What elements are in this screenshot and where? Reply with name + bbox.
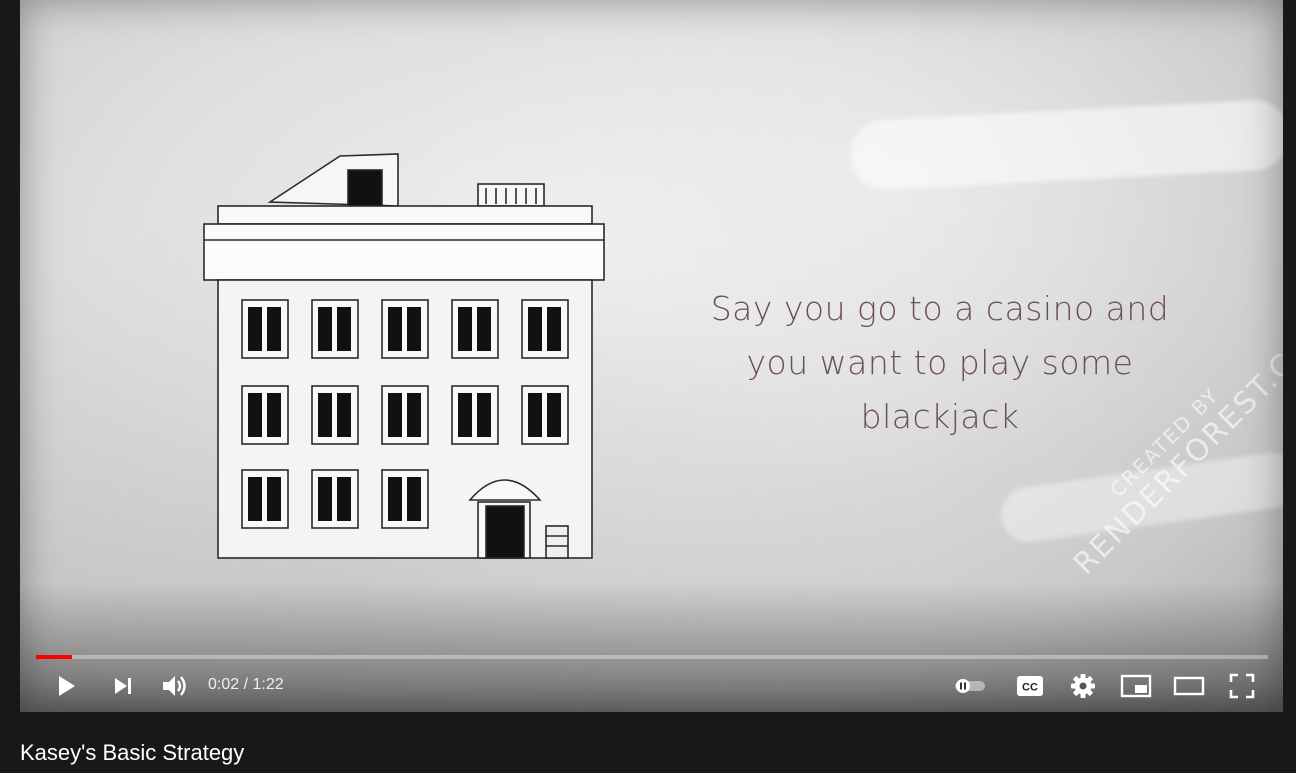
current-time: 0:02: [208, 676, 240, 693]
video-title: Kasey's Basic Strategy: [20, 740, 245, 765]
miniplayer-icon: [1120, 674, 1152, 698]
building-window: [521, 385, 569, 445]
window-pane: [477, 307, 491, 351]
play-button[interactable]: [46, 664, 86, 708]
window-pane: [458, 393, 472, 437]
window-pane: [318, 393, 332, 437]
window-pane: [388, 307, 402, 351]
fullscreen-icon: [1229, 673, 1255, 699]
building-window: [311, 385, 359, 445]
building-window: [381, 385, 429, 445]
window-pane: [388, 477, 402, 521]
building-window: [311, 299, 359, 359]
window-pane: [407, 393, 421, 437]
building-window: [381, 469, 429, 529]
mute-button[interactable]: [154, 664, 194, 708]
window-pane: [337, 307, 351, 351]
window-pane: [337, 477, 351, 521]
theater-mode-icon: [1173, 676, 1205, 696]
window-pane: [547, 393, 561, 437]
window-pane: [528, 307, 542, 351]
play-icon: [59, 676, 75, 696]
building-illustration: [203, 153, 605, 559]
window-pane: [267, 307, 281, 351]
light-streak: [997, 449, 1283, 546]
window-pane: [318, 307, 332, 351]
duration: 1:22: [252, 676, 284, 693]
subtitles-icon: CC: [1017, 676, 1043, 696]
subtitles-button[interactable]: CC: [1010, 664, 1050, 708]
window-pane: [547, 307, 561, 351]
building-window: [311, 469, 359, 529]
miniplayer-button[interactable]: [1116, 664, 1156, 708]
building-window: [241, 385, 289, 445]
window-pane: [248, 477, 262, 521]
progress-bar[interactable]: [36, 655, 1268, 659]
window-pane: [407, 477, 421, 521]
time-separator: /: [239, 676, 253, 693]
window-pane: [248, 393, 262, 437]
watermark-line: CREATED BY: [1105, 382, 1224, 502]
window-pane: [388, 393, 402, 437]
building-windows: [241, 299, 569, 529]
volume-icon: [163, 676, 186, 696]
window-pane: [458, 307, 472, 351]
building-window: [451, 299, 499, 359]
next-button[interactable]: [103, 664, 143, 708]
time-display: 0:02 / 1:22: [208, 676, 284, 694]
caption-line: you want to play some: [746, 343, 1134, 382]
window-pane: [318, 477, 332, 521]
renderforest-watermark: CREATED BY RENDERFOREST.COM: [1050, 308, 1283, 582]
next-icon: [115, 678, 131, 694]
building-window: [241, 299, 289, 359]
video-player[interactable]: Say you go to a casino and you want to p…: [20, 0, 1283, 712]
autoplay-toggle-icon: [955, 679, 985, 693]
gear-icon: [1071, 674, 1095, 698]
building-window: [381, 299, 429, 359]
window-pane: [407, 307, 421, 351]
video-caption: Say you go to a casino and you want to p…: [660, 282, 1220, 444]
light-streak: [848, 98, 1283, 192]
theater-mode-button[interactable]: [1169, 664, 1209, 708]
window-pane: [267, 477, 281, 521]
caption-line: Say you go to a casino and: [710, 289, 1170, 328]
fullscreen-button[interactable]: [1222, 664, 1262, 708]
building-window: [521, 299, 569, 359]
window-pane: [477, 393, 491, 437]
watermark-line: RENDERFOREST.COM: [1066, 308, 1283, 582]
player-controls: 0:02 / 1:22 CC: [20, 664, 1283, 708]
caption-line: blackjack: [860, 397, 1020, 436]
building-window: [241, 469, 289, 529]
window-pane: [337, 393, 351, 437]
window-pane: [248, 307, 262, 351]
progress-fill: [36, 655, 72, 659]
window-pane: [528, 393, 542, 437]
autoplay-toggle[interactable]: [950, 664, 990, 708]
window-pane: [267, 393, 281, 437]
cc-label: CC: [1022, 682, 1038, 694]
building-window: [451, 385, 499, 445]
settings-button[interactable]: [1063, 664, 1103, 708]
